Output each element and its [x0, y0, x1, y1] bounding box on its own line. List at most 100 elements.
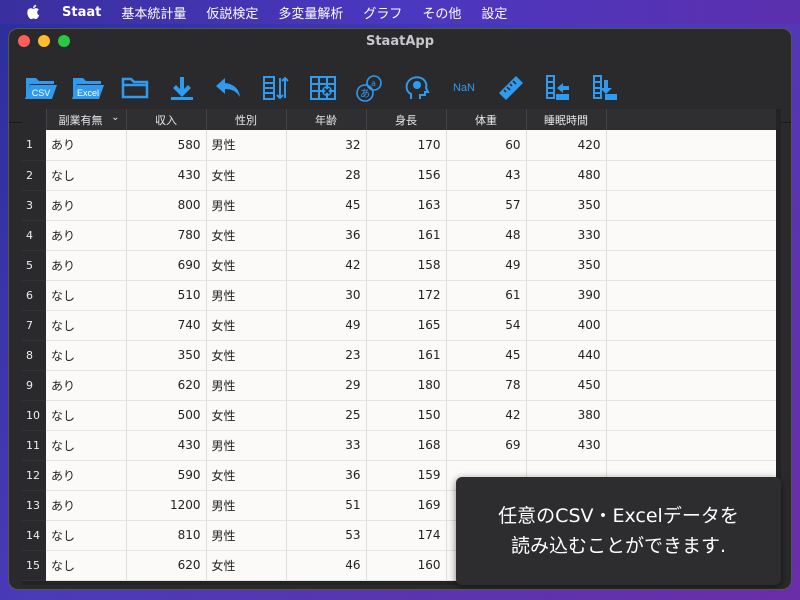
table-cell[interactable]: 158: [366, 250, 447, 281]
table-cell[interactable]: 350: [526, 190, 607, 221]
table-cell[interactable]: 女性: [206, 250, 287, 281]
table-cell[interactable]: なし: [46, 520, 127, 551]
table-cell[interactable]: 42: [446, 400, 527, 431]
table-cell[interactable]: 420: [526, 130, 607, 161]
table-cell[interactable]: あり: [46, 490, 127, 521]
table-cell[interactable]: あり: [46, 370, 127, 401]
table-cell[interactable]: 500: [126, 400, 207, 431]
table-cell[interactable]: 30: [286, 280, 367, 311]
menu-hypothesis-test[interactable]: 仮説検定: [206, 3, 258, 22]
table-cell[interactable]: 163: [366, 190, 447, 221]
sort-button[interactable]: [258, 70, 294, 106]
table-cell[interactable]: 49: [446, 250, 527, 281]
table-cell[interactable]: 172: [366, 280, 447, 311]
table-cell[interactable]: 45: [286, 190, 367, 221]
table-row[interactable]: 3 あり 800 男性 45 163 57 350: [22, 190, 776, 221]
insert-column-button[interactable]: [540, 70, 576, 106]
column-header[interactable]: 副業有無 ⌄: [46, 109, 127, 130]
table-cell[interactable]: 28: [286, 160, 367, 191]
menu-other[interactable]: その他: [422, 3, 461, 22]
chevron-down-icon[interactable]: ⌄: [111, 112, 119, 123]
table-cell[interactable]: 男性: [206, 370, 287, 401]
table-cell[interactable]: 53: [286, 520, 367, 551]
table-cell[interactable]: 180: [366, 370, 447, 401]
table-cell[interactable]: なし: [46, 340, 127, 371]
table-cell[interactable]: 159: [366, 460, 447, 491]
table-cell[interactable]: 男性: [206, 430, 287, 461]
table-cell[interactable]: 390: [526, 280, 607, 311]
table-cell[interactable]: 780: [126, 220, 207, 251]
table-cell[interactable]: 169: [366, 490, 447, 521]
table-cell[interactable]: 168: [366, 430, 447, 461]
column-header[interactable]: 体重: [446, 109, 527, 130]
table-cell[interactable]: 620: [126, 550, 207, 581]
table-cell[interactable]: 430: [526, 430, 607, 461]
table-cell[interactable]: 430: [126, 160, 207, 191]
table-cell[interactable]: なし: [46, 310, 127, 341]
table-cell[interactable]: 女性: [206, 460, 287, 491]
table-cell[interactable]: 43: [446, 160, 527, 191]
table-cell[interactable]: 25: [286, 400, 367, 431]
menu-app-name[interactable]: Staat: [62, 5, 101, 20]
column-header[interactable]: 収入: [126, 109, 207, 130]
table-cell[interactable]: あり: [46, 220, 127, 251]
table-cell[interactable]: 46: [286, 550, 367, 581]
close-button[interactable]: [18, 35, 30, 47]
table-row[interactable]: 4 あり 780 女性 36 161 48 330: [22, 220, 776, 251]
table-cell[interactable]: 160: [366, 550, 447, 581]
table-cell[interactable]: 810: [126, 520, 207, 551]
insert-row-button[interactable]: [587, 70, 623, 106]
table-cell[interactable]: なし: [46, 160, 127, 191]
table-cell[interactable]: あり: [46, 190, 127, 221]
table-cell[interactable]: 330: [526, 220, 607, 251]
table-cell[interactable]: 740: [126, 310, 207, 341]
table-cell[interactable]: 男性: [206, 130, 287, 161]
table-cell[interactable]: 170: [366, 130, 447, 161]
analysis-button[interactable]: [399, 70, 435, 106]
table-cell[interactable]: 161: [366, 340, 447, 371]
table-cell[interactable]: なし: [46, 550, 127, 581]
table-cell[interactable]: 男性: [206, 520, 287, 551]
table-cell[interactable]: 450: [526, 370, 607, 401]
ruler-button[interactable]: [493, 70, 529, 106]
table-cell[interactable]: 1200: [126, 490, 207, 521]
table-cell[interactable]: 400: [526, 310, 607, 341]
table-row[interactable]: 1 あり 580 男性 32 170 60 420: [22, 130, 776, 161]
table-cell[interactable]: 150: [366, 400, 447, 431]
open-folder-button[interactable]: [117, 70, 153, 106]
table-cell[interactable]: 380: [526, 400, 607, 431]
table-cell[interactable]: 60: [446, 130, 527, 161]
table-cell[interactable]: 78: [446, 370, 527, 401]
table-cell[interactable]: 690: [126, 250, 207, 281]
table-cell[interactable]: 女性: [206, 310, 287, 341]
table-cell[interactable]: 54: [446, 310, 527, 341]
table-cell[interactable]: 36: [286, 460, 367, 491]
table-cell[interactable]: 61: [446, 280, 527, 311]
table-cell[interactable]: 23: [286, 340, 367, 371]
apple-icon[interactable]: [26, 4, 40, 20]
table-cell[interactable]: 女性: [206, 400, 287, 431]
table-cell[interactable]: 156: [366, 160, 447, 191]
table-cell[interactable]: 69: [446, 430, 527, 461]
table-cell[interactable]: なし: [46, 280, 127, 311]
column-header[interactable]: 睡眠時間: [526, 109, 607, 130]
table-cell[interactable]: 440: [526, 340, 607, 371]
table-cell[interactable]: なし: [46, 430, 127, 461]
delete-cells-button[interactable]: [305, 70, 341, 106]
table-cell[interactable]: 48: [446, 220, 527, 251]
table-cell[interactable]: 510: [126, 280, 207, 311]
menu-multivariate[interactable]: 多変量解析: [278, 3, 343, 22]
table-cell[interactable]: 男性: [206, 190, 287, 221]
table-cell[interactable]: 51: [286, 490, 367, 521]
nan-button[interactable]: NaN: [446, 70, 482, 106]
table-cell[interactable]: 161: [366, 220, 447, 251]
table-row[interactable]: 9 あり 620 男性 29 180 78 450: [22, 370, 776, 401]
table-cell[interactable]: 32: [286, 130, 367, 161]
open-excel-button[interactable]: Excel: [70, 70, 106, 106]
table-cell[interactable]: 29: [286, 370, 367, 401]
table-cell[interactable]: 49: [286, 310, 367, 341]
table-cell[interactable]: 174: [366, 520, 447, 551]
column-header[interactable]: 年齢: [286, 109, 367, 130]
table-cell[interactable]: 女性: [206, 340, 287, 371]
table-row[interactable]: 11 なし 430 男性 33 168 69 430: [22, 430, 776, 461]
